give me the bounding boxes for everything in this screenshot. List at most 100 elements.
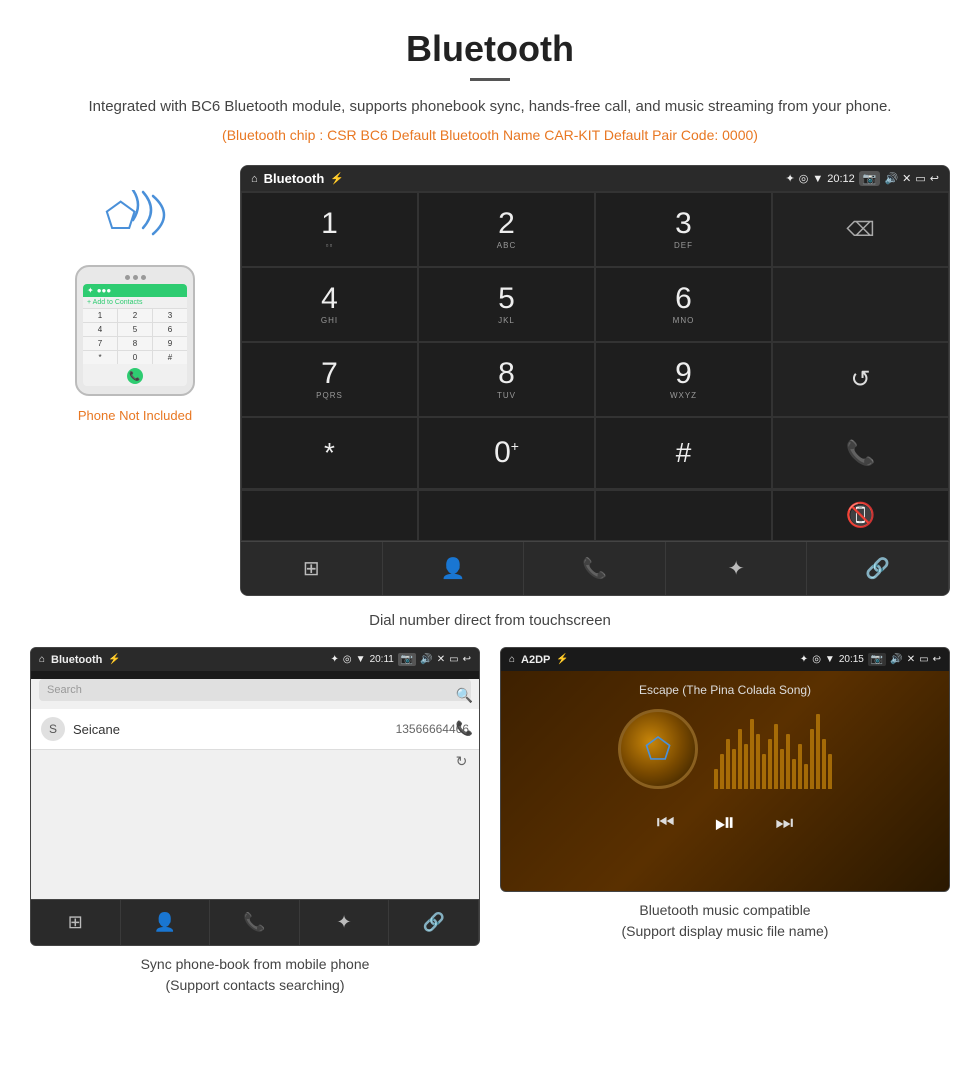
page-header: Bluetooth Integrated with BC6 Bluetooth … <box>0 0 980 165</box>
phone-add-contacts: + Add to Contacts <box>83 297 187 309</box>
music-content: Escape (The Pina Colada Song) ⬠ <box>501 671 949 891</box>
play-pause-btn[interactable]: ⏯ <box>715 807 736 839</box>
music-back-icon: ↩ <box>933 654 941 665</box>
dialer-reload[interactable]: ↺ <box>772 342 949 417</box>
back-icon: ↩ <box>930 172 939 185</box>
backspace-icon[interactable]: ⌫ <box>846 217 874 242</box>
call-green-icon: 📞 <box>846 439 876 468</box>
phonebook-block: ⌂ Bluetooth ⚡ ✦ ◎ ▼ 20:11 📷 🔊 ✕ ▭ ↩ <box>30 647 480 996</box>
phone-call-btn: 📞 <box>127 368 143 384</box>
dialer-key-6[interactable]: 6 MNO <box>595 267 772 342</box>
signal-waves <box>125 190 175 250</box>
pb-side-call-icon[interactable]: 📞 <box>456 720 473 737</box>
dialer-key-2[interactable]: 2 ABC <box>418 192 595 267</box>
pb-bottom-bar: ⊞ 👤 📞 ✦ 🔗 <box>31 899 479 945</box>
music-title: A2DP <box>521 654 550 666</box>
music-center: ⬠ <box>618 709 832 789</box>
dialer-grid: 1 ▫▫ 2 ABC 3 DEF ⌫ 4 GHI 5 JKL <box>241 191 949 489</box>
dialer-end-call[interactable]: 📵 <box>772 490 949 541</box>
pb-win-icon: ▭ <box>449 654 458 665</box>
pb-status-left: ⌂ Bluetooth ⚡ <box>39 654 121 666</box>
dialer-key-7[interactable]: 7 PQRS <box>241 342 418 417</box>
dialer-key-3[interactable]: 3 DEF <box>595 192 772 267</box>
phone-screen-header: ✦●●● <box>83 284 187 297</box>
phone-side: ⬠ ✦●●● + Add to Contacts 1 2 <box>30 165 240 423</box>
dialer-empty-1 <box>772 267 949 342</box>
pb-cam-icon: 📷 <box>398 653 416 666</box>
caption-phonebook: Sync phone-book from mobile phone(Suppor… <box>141 954 370 996</box>
music-block: ⌂ A2DP ⚡ ✦ ◎ ▼ 20:15 📷 🔊 ✕ ▭ ↩ E <box>500 647 950 996</box>
pb-vol-icon: 🔊 <box>420 654 432 665</box>
pb-home-icon: ⌂ <box>39 654 45 665</box>
pb-wifi-icon: ▼ <box>356 654 366 665</box>
music-controls: ⏮ ⏯ ⏭ <box>657 807 794 839</box>
dialer-title: Bluetooth <box>264 171 325 186</box>
pb-contact-name: Seicane <box>73 722 396 737</box>
bottom-screenshots: ⌂ Bluetooth ⚡ ✦ ◎ ▼ 20:11 📷 🔊 ✕ ▭ ↩ <box>0 647 980 996</box>
music-vol-icon: 🔊 <box>890 654 902 665</box>
dialer-btn-grid[interactable]: ⊞ <box>241 542 383 595</box>
dialer-status-left: ⌂ Bluetooth ⚡ <box>251 171 344 186</box>
pb-side-search-icon[interactable]: 🔍 <box>456 687 473 704</box>
dialer-key-4[interactable]: 4 GHI <box>241 267 418 342</box>
dialer-key-8[interactable]: 8 TUV <box>418 342 595 417</box>
camera-icon: 📷 <box>859 171 881 186</box>
music-cam-icon: 📷 <box>868 653 886 666</box>
pb-side-reload-icon[interactable]: ↻ <box>456 753 473 770</box>
phone-top-bar <box>83 275 187 280</box>
wifi-icon: ▼ <box>812 173 823 185</box>
dialer-bottom-bar: ⊞ 👤 📞 ✦ 🔗 <box>241 541 949 595</box>
pb-contact-letter: S <box>41 717 65 741</box>
dialer-key-hash[interactable]: # <box>595 417 772 489</box>
prev-btn[interactable]: ⏮ <box>657 812 675 835</box>
music-usb-icon: ⚡ <box>556 654 568 665</box>
dialer-btn-phone[interactable]: 📞 <box>524 542 666 595</box>
dialer-key-1[interactable]: 1 ▫▫ <box>241 192 418 267</box>
dialer-btn-link[interactable]: 🔗 <box>807 542 949 595</box>
dialer-btn-contacts[interactable]: 👤 <box>383 542 525 595</box>
phone-not-included-label: Phone Not Included <box>78 408 192 423</box>
dialer-key-9[interactable]: 9 WXYZ <box>595 342 772 417</box>
music-wifi-icon: ▼ <box>825 654 835 665</box>
pb-search-field[interactable]: Search <box>39 679 471 701</box>
pb-side-icons: 🔍 📞 ↻ <box>456 687 473 770</box>
home-icon: ⌂ <box>251 173 258 185</box>
pb-usb-icon: ⚡ <box>108 654 120 665</box>
music-win-icon: ▭ <box>919 654 928 665</box>
caption-music: Bluetooth music compatible(Support displ… <box>622 900 829 942</box>
pb-btn-link[interactable]: 🔗 <box>389 900 479 945</box>
dialer-key-0[interactable]: 0+ <box>418 417 595 489</box>
pb-back-icon: ↩ <box>463 654 471 665</box>
music-bt-album-icon: ⬠ <box>645 732 671 767</box>
dialer-btn-bluetooth[interactable]: ✦ <box>666 542 808 595</box>
pb-status-right: ✦ ◎ ▼ 20:11 📷 🔊 ✕ ▭ ↩ <box>331 653 471 666</box>
bluetooth-info: (Bluetooth chip : CSR BC6 Default Blueto… <box>60 127 920 143</box>
bluetooth-waves: ⬠ <box>95 185 175 255</box>
pb-btn-phone[interactable]: 📞 <box>210 900 300 945</box>
volume-icon: 🔊 <box>884 172 898 185</box>
phone-screen: ✦●●● + Add to Contacts 1 2 3 4 5 6 7 8 9… <box>83 284 187 386</box>
dialer-status-bar: ⌂ Bluetooth ⚡ ✦ ◎ ▼ 20:12 📷 🔊 ✕ ▭ ↩ <box>241 166 949 191</box>
close-icon: ✕ <box>902 172 911 185</box>
pb-btn-bluetooth[interactable]: ✦ <box>300 900 390 945</box>
dialer-display-field: ⌫ <box>772 192 949 267</box>
next-btn[interactable]: ⏭ <box>775 812 793 835</box>
music-time: 20:15 <box>839 654 864 665</box>
title-underline <box>470 78 510 81</box>
page-description: Integrated with BC6 Bluetooth module, su… <box>60 95 920 119</box>
music-visualizer <box>714 709 832 789</box>
music-song-title: Escape (The Pina Colada Song) <box>639 683 811 697</box>
time-display: 20:12 <box>827 173 855 185</box>
pb-contact-row[interactable]: S Seicane 13566664466 <box>31 709 479 750</box>
phonebook-mockup: ⌂ Bluetooth ⚡ ✦ ◎ ▼ 20:11 📷 🔊 ✕ ▭ ↩ <box>30 647 480 946</box>
dialer-call-green[interactable]: 📞 <box>772 417 949 489</box>
music-loc-icon: ◎ <box>812 654 821 665</box>
dialer-mockup: ⌂ Bluetooth ⚡ ✦ ◎ ▼ 20:12 📷 🔊 ✕ ▭ ↩ 1 ▫▫ <box>240 165 950 596</box>
music-mockup: ⌂ A2DP ⚡ ✦ ◎ ▼ 20:15 📷 🔊 ✕ ▭ ↩ E <box>500 647 950 892</box>
phone-bottom-bar: 📞 <box>83 364 187 386</box>
pb-btn-grid[interactable]: ⊞ <box>31 900 121 945</box>
pb-status-bar: ⌂ Bluetooth ⚡ ✦ ◎ ▼ 20:11 📷 🔊 ✕ ▭ ↩ <box>31 648 479 671</box>
dialer-key-star[interactable]: * <box>241 417 418 489</box>
dialer-key-5[interactable]: 5 JKL <box>418 267 595 342</box>
pb-btn-contacts[interactable]: 👤 <box>121 900 211 945</box>
